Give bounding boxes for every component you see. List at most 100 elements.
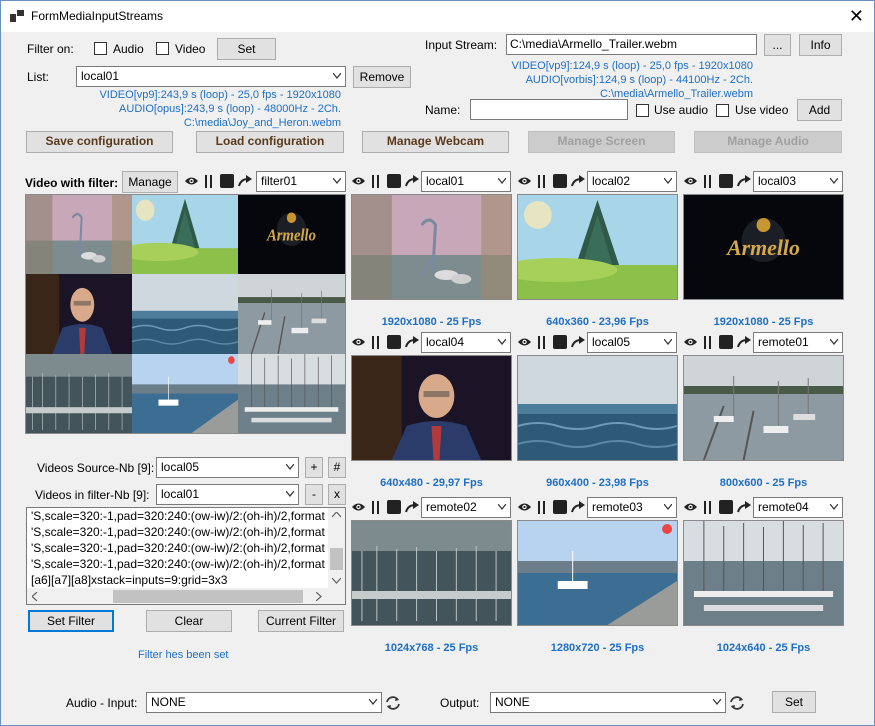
manage-screen-button[interactable]: Manage Screen [528, 131, 675, 153]
tile-source-select[interactable]: local01 [421, 171, 511, 192]
audio-set-button[interactable]: Set [772, 691, 816, 713]
input-stream-field[interactable]: C:\media\Armello_Trailer.webm [506, 34, 757, 55]
remove-button[interactable]: Remove [353, 66, 411, 88]
input-info-audio: AUDIO[vorbis]:124,9 s (loop) - 44100Hz -… [525, 74, 753, 86]
set-filter-button[interactable]: Set Filter [28, 610, 114, 632]
pause-icon[interactable] [371, 336, 380, 349]
audio-output-select[interactable]: NONE [490, 692, 726, 713]
stop-icon[interactable] [719, 335, 733, 349]
stop-icon[interactable] [553, 335, 567, 349]
share-arrow-icon[interactable] [571, 501, 585, 513]
eye-icon[interactable] [517, 501, 532, 513]
refresh-icon[interactable] [729, 695, 745, 711]
videos-in-filter-value: local01 [161, 487, 200, 501]
video-preview [351, 194, 512, 300]
list-select[interactable]: local01 [76, 66, 346, 87]
add-button[interactable]: Add [797, 99, 842, 121]
use-video-checkbox[interactable] [716, 104, 729, 117]
clear-filter-button[interactable]: Clear [146, 610, 232, 632]
manage-audio-button[interactable]: Manage Audio [694, 131, 842, 153]
eye-icon[interactable] [351, 336, 366, 348]
filter-code-textarea[interactable]: 'S,scale=320:-1,pad=320:240:(ow-iw)/2:(o… [26, 507, 346, 605]
pause-icon[interactable] [537, 501, 546, 514]
use-audio-checkbox[interactable] [636, 104, 649, 117]
eye-icon[interactable] [517, 336, 532, 348]
filter-video-checkbox[interactable] [156, 42, 169, 55]
vertical-scroll-thumb[interactable] [330, 548, 343, 570]
stop-icon[interactable] [387, 174, 401, 188]
pause-icon[interactable] [703, 336, 712, 349]
pause-icon[interactable] [537, 336, 546, 349]
tile-source-select[interactable]: local04 [421, 332, 511, 353]
pause-icon[interactable] [371, 175, 380, 188]
share-arrow-icon[interactable] [737, 336, 751, 348]
horizontal-scrollbar[interactable] [27, 588, 328, 604]
share-arrow-icon[interactable] [405, 336, 419, 348]
tile-source-select[interactable]: remote04 [753, 497, 843, 518]
stop-icon[interactable] [553, 174, 567, 188]
tile-controls [351, 171, 423, 193]
share-arrow-icon[interactable] [405, 501, 419, 513]
browse-button[interactable]: ... [764, 34, 791, 56]
scroll-down-icon[interactable] [332, 578, 341, 584]
audio-input-select[interactable]: NONE [146, 692, 382, 713]
tile-source-value: local04 [426, 335, 465, 349]
stop-icon[interactable] [387, 500, 401, 514]
tile-source-select[interactable]: remote02 [421, 497, 511, 518]
pause-icon[interactable] [204, 175, 213, 188]
pause-icon[interactable] [537, 175, 546, 188]
pause-icon[interactable] [371, 501, 380, 514]
video-with-filter-label: Video with filter: [25, 176, 119, 190]
clear-source-button[interactable]: x [328, 484, 346, 505]
filter-select[interactable]: filter01 [256, 171, 346, 192]
name-field[interactable] [470, 99, 628, 120]
stop-icon[interactable] [387, 335, 401, 349]
refresh-icon[interactable] [385, 695, 401, 711]
eye-icon[interactable] [184, 175, 199, 187]
eye-icon[interactable] [517, 175, 532, 187]
add-source-button[interactable]: + [305, 457, 323, 478]
scroll-up-icon[interactable] [332, 512, 341, 518]
save-configuration-button[interactable]: Save configuration [26, 131, 173, 153]
stop-icon[interactable] [719, 174, 733, 188]
current-filter-button[interactable]: Current Filter [258, 610, 344, 632]
stop-icon[interactable] [719, 500, 733, 514]
info-button[interactable]: Info [799, 34, 842, 56]
tile-source-select[interactable]: local05 [587, 332, 677, 353]
tile-source-select[interactable]: remote01 [753, 332, 843, 353]
eye-icon[interactable] [351, 175, 366, 187]
horizontal-scroll-thumb[interactable] [113, 590, 303, 603]
filter-audio-checkbox[interactable] [94, 42, 107, 55]
load-configuration-button[interactable]: Load configuration [196, 131, 344, 153]
stop-icon[interactable] [220, 174, 234, 188]
scroll-right-icon[interactable] [316, 592, 322, 601]
scroll-left-icon[interactable] [32, 592, 38, 601]
share-arrow-icon[interactable] [737, 501, 751, 513]
eye-icon[interactable] [683, 336, 698, 348]
share-arrow-icon[interactable] [238, 175, 252, 187]
close-icon[interactable]: ✕ [849, 6, 864, 26]
pause-icon[interactable] [703, 175, 712, 188]
videos-in-filter-select[interactable]: local01 [156, 484, 299, 505]
share-arrow-icon[interactable] [571, 175, 585, 187]
video-preview [517, 194, 678, 300]
tile-source-select[interactable]: local02 [587, 171, 677, 192]
pause-icon[interactable] [703, 501, 712, 514]
manage-filter-button[interactable]: Manage [122, 171, 178, 193]
videos-source-select[interactable]: local05 [156, 457, 299, 478]
tile-source-select[interactable]: remote03 [587, 497, 677, 518]
mosaic-cell [26, 195, 132, 274]
vertical-scrollbar[interactable] [328, 508, 345, 588]
share-arrow-icon[interactable] [405, 175, 419, 187]
eye-icon[interactable] [351, 501, 366, 513]
hash-button[interactable]: # [328, 457, 346, 478]
manage-webcam-button[interactable]: Manage Webcam [362, 131, 509, 153]
remove-source-button[interactable]: - [305, 484, 323, 505]
eye-icon[interactable] [683, 175, 698, 187]
stop-icon[interactable] [553, 500, 567, 514]
filter-set-button[interactable]: Set [217, 38, 276, 60]
eye-icon[interactable] [683, 501, 698, 513]
share-arrow-icon[interactable] [737, 175, 751, 187]
tile-source-select[interactable]: local03 [753, 171, 843, 192]
share-arrow-icon[interactable] [571, 336, 585, 348]
